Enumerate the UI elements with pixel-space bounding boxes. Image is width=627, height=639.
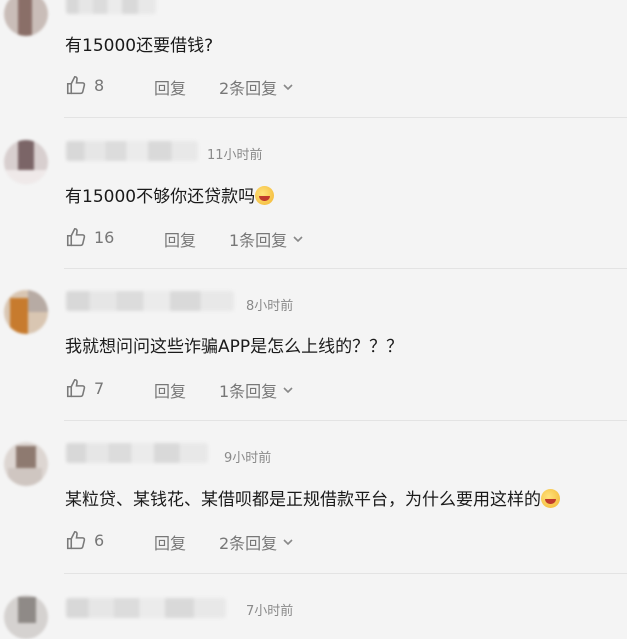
reply-button[interactable]: 回复 xyxy=(154,530,186,554)
chevron-down-icon xyxy=(283,84,293,91)
avatar[interactable] xyxy=(4,0,48,36)
comment-text: 某粒贷、某钱花、某借呗都是正规借款平台，为什么要用这样的 xyxy=(65,485,560,510)
comment-time: 9小时前 xyxy=(224,451,272,466)
divider xyxy=(64,573,627,574)
avatar[interactable] xyxy=(4,140,48,184)
comment-text: 有15000还要借钱? xyxy=(65,36,214,56)
like-button[interactable]: 16 xyxy=(66,227,114,248)
divider xyxy=(64,117,627,118)
comment-time: 11小时前 xyxy=(207,148,263,163)
comment-actions: 7 回复 1条回复 xyxy=(66,378,326,402)
comment-text: 有15000不够你还贷款吗 xyxy=(65,182,275,207)
username[interactable] xyxy=(66,598,226,618)
avatar[interactable] xyxy=(4,442,48,486)
thumbs-up-icon xyxy=(66,378,86,398)
laughing-face-icon xyxy=(541,489,560,508)
avatar[interactable] xyxy=(4,595,48,639)
chevron-down-icon xyxy=(293,236,303,243)
view-replies-button[interactable]: 1条回复 xyxy=(219,378,294,402)
laughing-face-icon xyxy=(255,186,275,205)
thumbs-up-icon xyxy=(66,75,86,95)
username[interactable] xyxy=(66,141,198,161)
comment-time: 8小时前 xyxy=(246,299,294,314)
comment-actions: 8 回复 2条回复 xyxy=(66,75,326,99)
chevron-down-icon xyxy=(283,539,293,546)
divider xyxy=(64,268,627,269)
like-count: 8 xyxy=(94,76,105,95)
like-button[interactable]: 8 xyxy=(66,75,104,96)
chevron-down-icon xyxy=(283,387,293,394)
thumbs-up-icon xyxy=(66,227,86,247)
comment-actions: 6 回复 2条回复 xyxy=(66,530,326,554)
view-replies-button[interactable]: 1条回复 xyxy=(229,227,304,251)
comment-text: 我就想问问这些诈骗APP是怎么上线的？？？ xyxy=(65,337,404,357)
like-count: 6 xyxy=(94,531,105,550)
avatar[interactable] xyxy=(4,290,48,334)
comment-actions: 16 回复 1条回复 xyxy=(66,227,326,251)
reply-button[interactable]: 回复 xyxy=(154,378,186,402)
like-button[interactable]: 6 xyxy=(66,530,104,551)
thumbs-up-icon xyxy=(66,530,86,550)
view-replies-button[interactable]: 2条回复 xyxy=(219,530,294,554)
divider xyxy=(64,420,627,421)
username[interactable] xyxy=(66,443,208,463)
reply-button[interactable]: 回复 xyxy=(164,227,196,251)
reply-button[interactable]: 回复 xyxy=(154,75,186,99)
like-count: 7 xyxy=(94,379,105,398)
view-replies-button[interactable]: 2条回复 xyxy=(219,75,294,99)
like-button[interactable]: 7 xyxy=(66,378,104,399)
comment-time: 7小时前 xyxy=(246,604,294,619)
username[interactable] xyxy=(66,291,234,311)
username[interactable] xyxy=(66,0,156,14)
like-count: 16 xyxy=(94,228,115,247)
